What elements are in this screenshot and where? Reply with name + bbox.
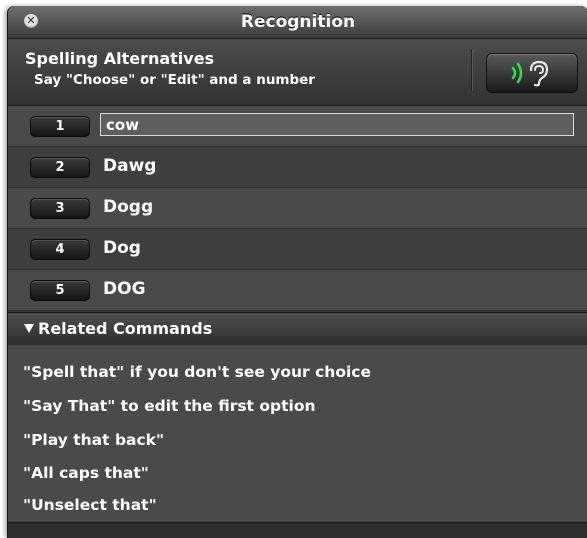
- spelling-header: Spelling Alternatives Say "Choose" or "E…: [8, 39, 587, 106]
- command-item: "All caps that": [23, 464, 149, 482]
- alternative-edit-field[interactable]: [100, 113, 574, 136]
- alternatives-list: 1 2 Dawg 3 Dogg 4 Dog 5 DOG: [8, 106, 587, 312]
- header-divider: [471, 49, 472, 91]
- title-bar: ✕ Recognition: [8, 6, 587, 39]
- alternative-row-4[interactable]: 4 Dog: [8, 229, 587, 270]
- microphone-button[interactable]: [486, 53, 578, 93]
- recognition-window: ✕ Recognition Spelling Alternatives Say …: [7, 6, 587, 538]
- alternative-row-5[interactable]: 5 DOG: [8, 270, 587, 311]
- ear-icon: [511, 60, 549, 87]
- section-title: Spelling Alternatives: [25, 49, 215, 68]
- alternative-text: Dogg: [103, 197, 154, 217]
- bottom-bar: [8, 522, 587, 538]
- alternative-row-1[interactable]: 1: [8, 106, 587, 147]
- section-subtitle: Say "Choose" or "Edit" and a number: [34, 72, 315, 88]
- related-commands-list: "Spell that" if you don't see your choic…: [8, 345, 587, 521]
- alternative-text: Dawg: [103, 156, 157, 176]
- command-item: "Play that back": [23, 431, 165, 449]
- alternative-row-3[interactable]: 3 Dogg: [8, 188, 587, 229]
- related-commands-title: Related Commands: [38, 319, 213, 338]
- alternative-row-2[interactable]: 2 Dawg: [8, 147, 587, 188]
- choose-button-1[interactable]: 1: [30, 116, 90, 137]
- command-item: "Unselect that": [23, 496, 157, 514]
- command-item: "Say That" to edit the first option: [23, 397, 316, 415]
- choose-button-3[interactable]: 3: [30, 198, 90, 219]
- window-title: Recognition: [240, 12, 356, 32]
- alternative-text: Dog: [103, 238, 141, 258]
- alternative-text: DOG: [103, 279, 146, 299]
- related-commands-toggle[interactable]: Related Commands: [8, 312, 587, 346]
- choose-button-4[interactable]: 4: [30, 239, 90, 260]
- command-item: "Spell that" if you don't see your choic…: [23, 363, 371, 381]
- disclosure-triangle-icon: [24, 324, 34, 333]
- choose-button-5[interactable]: 5: [30, 280, 90, 301]
- choose-button-2[interactable]: 2: [30, 157, 90, 178]
